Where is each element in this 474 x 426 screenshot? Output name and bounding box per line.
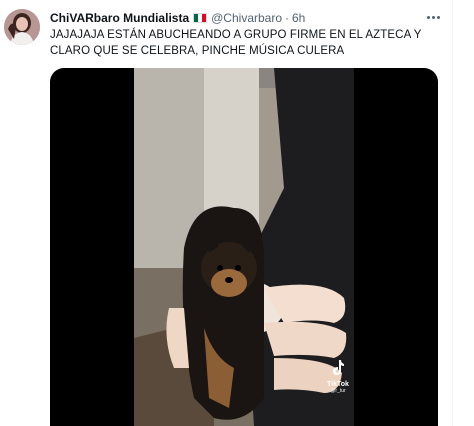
video-player[interactable]: TikTok @r_tur xyxy=(50,68,438,426)
tweet-text: JAJAJAJA ESTÁN ABUCHEANDO A GRUPO FIRME … xyxy=(50,29,422,57)
display-name[interactable]: ChiVARbaro Mundialista xyxy=(50,11,189,25)
timeline-border xyxy=(452,0,453,426)
user-handle[interactable]: @Chivarbaro xyxy=(211,11,282,25)
tiktok-label: TikTok xyxy=(327,381,349,388)
more-options-icon[interactable] xyxy=(421,8,445,26)
tiktok-handle: @r_tur xyxy=(330,388,346,394)
tweet[interactable]: ChiVARbaro Mundialista @Chivarbaro · 6h … xyxy=(0,0,474,426)
tiktok-watermark: TikTok @r_tur xyxy=(322,360,354,394)
video-frame[interactable]: TikTok @r_tur xyxy=(134,68,354,426)
tweet-header: ChiVARbaro Mundialista @Chivarbaro · 6h xyxy=(50,9,305,27)
separator: · xyxy=(285,11,289,25)
mexico-flag-icon xyxy=(193,13,208,23)
tiktok-logo-icon xyxy=(333,360,344,375)
timestamp[interactable]: 6h xyxy=(292,11,305,25)
avatar[interactable] xyxy=(4,9,40,45)
